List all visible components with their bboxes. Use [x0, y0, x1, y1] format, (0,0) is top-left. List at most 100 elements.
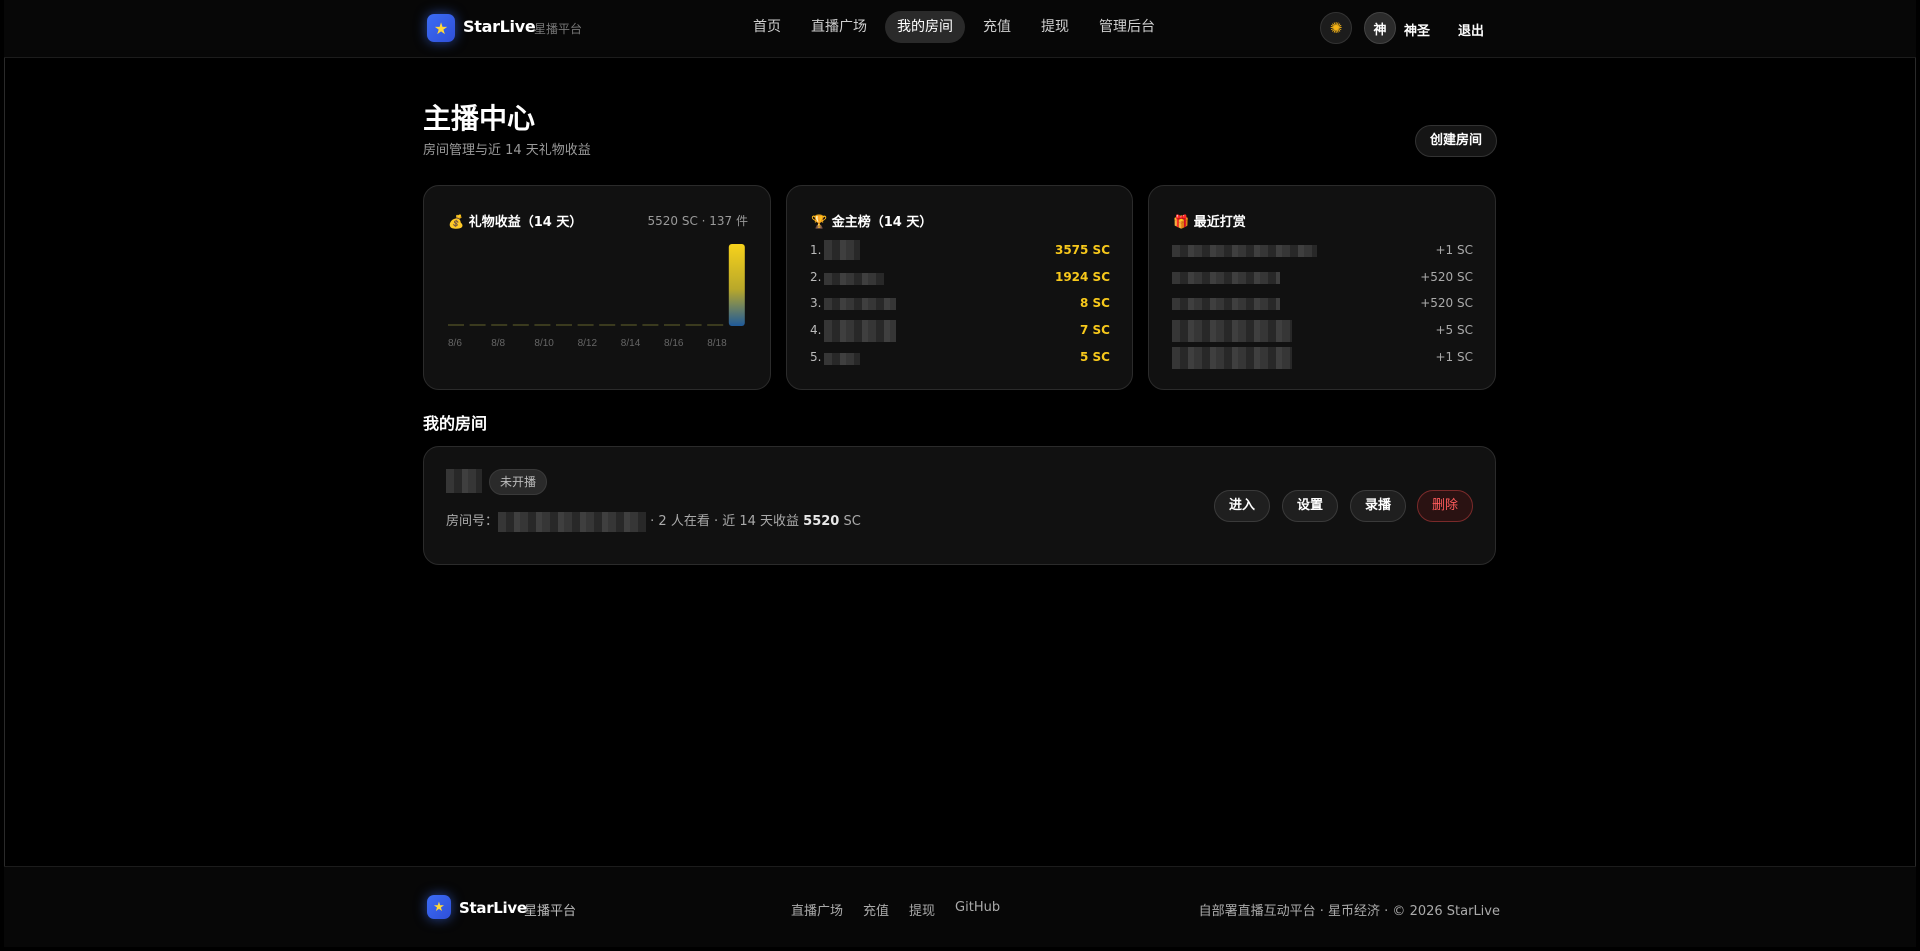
- revenue-bar: [469, 324, 486, 326]
- tip-row: +520 SC: [1172, 267, 1473, 289]
- blurred-tip-text: [1172, 298, 1280, 310]
- footer-links: 直播广场 充值 提现 GitHub: [791, 900, 1000, 919]
- brand-subtitle: 星播平台: [534, 22, 583, 36]
- nav-my-room[interactable]: 我的房间: [885, 11, 965, 43]
- room-settings-button[interactable]: 设置: [1282, 490, 1338, 522]
- recent-tips-title: 🎁 最近打赏: [1173, 211, 1246, 230]
- rank-value: 3575 SC: [1054, 243, 1110, 257]
- tip-row: +520 SC: [1172, 293, 1473, 315]
- leaderboard-title: 🏆 金主榜（14 天）: [811, 211, 932, 230]
- rank-number: 3.: [810, 296, 822, 310]
- revenue-bar: [620, 324, 637, 326]
- footer-link-github[interactable]: GitHub: [955, 900, 1000, 919]
- enter-room-button[interactable]: 进入: [1214, 490, 1270, 522]
- revenue-bar: [512, 324, 529, 326]
- revenue-meta: 5520 SC · 137 件: [647, 214, 748, 228]
- nav-live-square[interactable]: 直播广场: [799, 11, 879, 43]
- revenue-bar: [577, 324, 594, 326]
- nav-withdraw[interactable]: 提现: [1029, 11, 1081, 43]
- nav-admin[interactable]: 管理后台: [1087, 11, 1167, 43]
- tip-value: +5 SC: [1435, 323, 1474, 337]
- revenue-bar: [642, 324, 659, 326]
- rank-number: 5.: [810, 350, 822, 364]
- rank-value: 1924 SC: [1054, 270, 1110, 284]
- nav-recharge[interactable]: 充值: [971, 11, 1023, 43]
- money-bag-icon: 💰: [448, 215, 465, 230]
- x-tick-label: 8/14: [621, 338, 641, 349]
- delete-room-button[interactable]: 删除: [1417, 490, 1473, 522]
- leaderboard-row[interactable]: 3. 8 SC: [810, 293, 1110, 315]
- leaderboard-row[interactable]: 2. 1924 SC: [810, 267, 1110, 289]
- revenue-bar: [448, 324, 464, 326]
- revenue-bar: [556, 324, 572, 326]
- trophy-icon: 🏆: [811, 215, 828, 230]
- x-tick-label: 8/6: [448, 338, 462, 349]
- logout-button[interactable]: 退出: [1458, 20, 1484, 39]
- leaderboard-row[interactable]: 5. 5 SC: [810, 347, 1110, 369]
- revenue-bar: [491, 324, 508, 326]
- footer-link-live-square[interactable]: 直播广场: [791, 900, 843, 919]
- nav-home[interactable]: 首页: [741, 11, 793, 43]
- revenue-bar: [599, 324, 616, 326]
- top-header: ★ StarLive 星播平台 首页 直播广场 我的房间 充值 提现 管理后台 …: [4, 0, 1916, 58]
- revenue-bar-chart: 8/6 8/8 8/10 8/12 8/14 8/16 8/18: [448, 244, 745, 349]
- room-earnings: 5520: [803, 514, 840, 529]
- revenue-title: 💰 礼物收益（14 天）: [448, 211, 582, 230]
- leaderboard-card: 🏆 金主榜（14 天） 1. 3575 SC 2. 1924 SC 3. 8 S…: [786, 185, 1133, 390]
- x-tick-label: 8/18: [707, 338, 727, 349]
- recordings-button[interactable]: 录播: [1350, 490, 1406, 522]
- blurred-room-id: [498, 511, 647, 532]
- star-logo-icon[interactable]: ★: [427, 14, 455, 42]
- footer-link-recharge[interactable]: 充值: [863, 900, 889, 919]
- tip-value: +1 SC: [1435, 350, 1474, 364]
- revenue-bar: [685, 324, 702, 326]
- x-tick-label: 8/16: [664, 338, 684, 349]
- recent-tips-title-text: 最近打赏: [1193, 215, 1246, 230]
- status-badge: 未开播: [489, 469, 548, 495]
- tip-value: +520 SC: [1420, 296, 1473, 310]
- room-viewers: · 2 人在看 · 近 14 天收益: [650, 514, 804, 529]
- room-earnings-unit: SC: [839, 514, 861, 529]
- tip-row: +1 SC: [1172, 240, 1473, 262]
- leaderboard-row[interactable]: 4. 7 SC: [810, 320, 1110, 342]
- rank-value: 7 SC: [1080, 323, 1110, 337]
- revenue-card: 💰 礼物收益（14 天） 5520 SC · 137 件 8/6 8/8 8/10 8…: [423, 185, 771, 390]
- x-tick-label: 8/8: [491, 338, 505, 349]
- room-info: 房间号： · 2 人在看 · 近 14 天收益 5520 SC: [446, 510, 861, 532]
- rank-number: 2.: [810, 270, 822, 284]
- main-nav: 首页 直播广场 我的房间 充值 提现 管理后台: [741, 11, 1167, 43]
- room-card: 未开播 房间号： · 2 人在看 · 近 14 天收益 5520 SC 进入 设…: [423, 446, 1496, 565]
- revenue-bar: [707, 324, 724, 326]
- avatar[interactable]: 神: [1364, 12, 1396, 44]
- blurred-room-name: [446, 469, 482, 493]
- rank-number: 1.: [810, 243, 822, 257]
- footer-brand-sub: 星播平台: [524, 904, 577, 919]
- x-tick-label: 8/12: [578, 338, 598, 349]
- blurred-tip-text: [1172, 320, 1292, 342]
- gift-icon: 🎁: [1173, 215, 1190, 230]
- blurred-tip-text: [1172, 347, 1292, 369]
- revenue-bar: [664, 324, 680, 326]
- blurred-username: [824, 298, 896, 310]
- leaderboard-row[interactable]: 1. 3575 SC: [810, 240, 1110, 262]
- x-tick-label: 8/10: [534, 338, 554, 349]
- blurred-username: [824, 320, 896, 342]
- room-id-label: 房间号：: [446, 514, 499, 529]
- create-room-button[interactable]: 创建房间: [1415, 125, 1497, 157]
- page-title: 主播中心: [423, 102, 536, 135]
- rank-number: 4.: [810, 323, 822, 337]
- footer-link-withdraw[interactable]: 提现: [909, 900, 935, 919]
- tip-row: +5 SC: [1172, 320, 1473, 342]
- username[interactable]: 神圣: [1404, 20, 1430, 39]
- star-logo-icon: ★: [427, 895, 451, 919]
- blurred-tip-text: [1172, 245, 1317, 257]
- blurred-tip-text: [1172, 272, 1280, 284]
- footer: ★ StarLive 星播平台 直播广场 充值 提现 GitHub 自部署直播互…: [4, 866, 1916, 947]
- page-subtitle: 房间管理与近 14 天礼物收益: [423, 143, 591, 158]
- rank-value: 8 SC: [1080, 296, 1110, 310]
- revenue-bar: [728, 244, 745, 326]
- blurred-username: [824, 273, 884, 285]
- brand-name[interactable]: StarLive: [463, 17, 536, 36]
- footer-copyright: 自部署直播互动平台 · 星币经济 · © 2026 StarLive: [1198, 904, 1500, 919]
- theme-toggle-sun-icon[interactable]: ✺: [1320, 12, 1352, 44]
